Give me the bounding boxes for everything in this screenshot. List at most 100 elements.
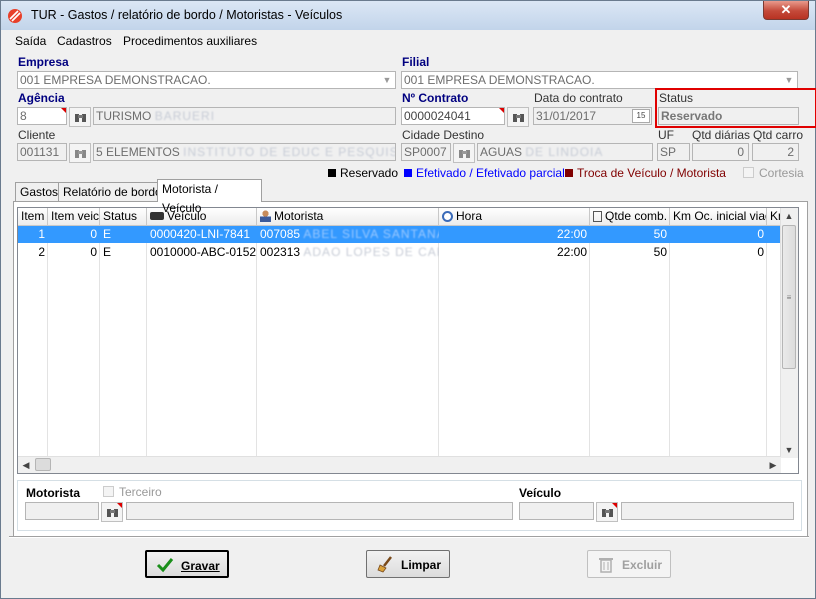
cliente-search-button[interactable] <box>69 143 91 163</box>
terceiro-checkbox[interactable] <box>103 486 114 497</box>
col-header-item-veic[interactable]: Item veic <box>48 208 100 226</box>
close-button[interactable]: ✕ <box>763 1 809 20</box>
cliente-name-hidden: INSTITUTO DE EDUC E PESQUISA AMBIEN <box>183 145 395 159</box>
col-header-hora[interactable]: Hora <box>439 208 590 226</box>
menu-procedimentos[interactable]: Procedimentos auxiliares <box>123 34 257 48</box>
col-header-motorista[interactable]: Motorista <box>257 208 439 226</box>
scroll-right-icon[interactable]: ▶ <box>765 457 781 473</box>
uf-label: UF <box>658 128 674 142</box>
cell-motorista-name: ADAO LOPES DE CARVA <box>303 245 439 259</box>
main-window: TUR - Gastos / relatório de bordo / Moto… <box>0 0 816 599</box>
cell-km: 0 <box>757 227 764 241</box>
cliente-label: Cliente <box>18 128 56 142</box>
agencia-search-button[interactable] <box>69 107 91 127</box>
divider <box>9 536 809 538</box>
cell-veiculo: 0000420-LNI-7841 <box>150 227 251 241</box>
scroll-left-icon[interactable]: ◀ <box>18 457 34 473</box>
calendar-icon[interactable]: 15 <box>632 109 650 123</box>
data-contrato-label: Data do contrato <box>534 91 623 105</box>
cliente-code-field: 001131 <box>17 143 67 161</box>
qtd-diarias-field: 0 <box>692 143 749 161</box>
cortesia-checkbox[interactable] <box>743 167 754 178</box>
agencia-code-input[interactable]: 8 <box>17 107 67 125</box>
contrato-value: 0000024041 <box>404 109 471 123</box>
horizontal-scrollbar[interactable]: ◀ ▶ <box>18 456 781 473</box>
app-logo-icon <box>8 9 22 23</box>
status-value: Reservado <box>661 109 723 123</box>
status-field: Reservado <box>658 107 799 125</box>
table-row[interactable]: 2 0 E 0010000-ABC-0152 002313 ADAO LOPES… <box>18 244 782 261</box>
scroll-up-icon[interactable]: ▲ <box>781 208 797 224</box>
hscroll-thumb[interactable] <box>35 458 51 471</box>
detail-motorista-label: Motorista <box>26 486 80 500</box>
cliente-name-value: 5 ELEMENTOS <box>96 145 180 159</box>
cell-item: 1 <box>38 227 45 241</box>
detail-veiculo-code <box>519 502 594 520</box>
cell-km: 0 <box>757 245 764 259</box>
legend-efetivado-label: Efetivado / Efetivado parcial <box>416 166 565 180</box>
filial-select[interactable]: 001 EMPRESA DEMONSTRACAO. ▼ <box>401 71 798 89</box>
cell-motorista: 007085 ABEL SILVA SANTANA <box>257 226 439 243</box>
cell-hora: 22:00 <box>556 227 587 241</box>
gravar-button[interactable]: Gravar <box>145 550 229 578</box>
agencia-label: Agência <box>18 91 65 105</box>
person-icon <box>260 210 271 222</box>
tab-motorista-veiculo[interactable]: Motorista / Veículo <box>157 179 262 215</box>
contrato-input[interactable]: 0000024041 <box>401 107 505 125</box>
contrato-search-button[interactable] <box>507 107 529 127</box>
cell-qtde: 50 <box>653 227 667 241</box>
scroll-thumb[interactable]: ≡ <box>782 225 796 369</box>
table-row[interactable]: 1 0 E 0000420-LNI-7841 007085 ABEL SILVA… <box>18 226 782 243</box>
limpar-button[interactable]: Limpar <box>366 550 450 578</box>
tab-relatorio-de-bordo[interactable]: Relatório de bordo <box>58 182 167 201</box>
col-header-status[interactable]: Status <box>100 208 147 226</box>
cell-item-veic: 0 <box>90 245 97 259</box>
required-marker <box>499 108 504 113</box>
vertical-scrollbar[interactable]: ▲ ≡ ▼ <box>780 208 798 458</box>
cell-motorista-name: ABEL SILVA SANTANA <box>303 227 439 241</box>
legend-efetivado: Efetivado / Efetivado parcial <box>404 166 565 180</box>
empresa-select[interactable]: 001 EMPRESA DEMONSTRACAO. ▼ <box>17 71 396 89</box>
detail-veiculo-label: Veículo <box>519 486 562 500</box>
binoculars-icon <box>459 150 470 158</box>
detail-veiculo-search-button[interactable] <box>596 502 618 522</box>
agencia-code-value: 8 <box>20 109 27 123</box>
agencia-name-value: TURISMO <box>96 109 152 123</box>
close-icon: ✕ <box>780 2 792 17</box>
required-marker <box>61 108 66 113</box>
binoculars-icon <box>75 114 86 122</box>
legend-swatch <box>328 169 336 177</box>
filial-value: 001 EMPRESA DEMONSTRACAO. <box>404 73 595 87</box>
detail-motorista-name <box>126 502 513 520</box>
binoculars-icon <box>513 114 524 122</box>
window-title: TUR - Gastos / relatório de bordo / Moto… <box>31 8 343 22</box>
empresa-value: 001 EMPRESA DEMONSTRACAO. <box>20 73 211 87</box>
tab-gastos[interactable]: Gastos <box>15 182 64 201</box>
cell-motorista: 002313 ADAO LOPES DE CARVA <box>257 244 439 261</box>
filial-label: Filial <box>402 55 430 69</box>
legend-swatch <box>565 169 573 177</box>
contrato-label: Nº Contrato <box>402 91 469 105</box>
binoculars-icon <box>107 509 118 517</box>
col-header-item[interactable]: Item <box>18 208 48 226</box>
menu-cadastros[interactable]: Cadastros <box>57 34 112 48</box>
detail-motorista-code <box>25 502 99 520</box>
scroll-down-icon[interactable]: ▼ <box>781 442 797 458</box>
cidade-name-field: AGUAS DE LINDOIA <box>477 143 653 161</box>
excluir-button[interactable]: Excluir <box>587 550 671 578</box>
col-header-km-inicial[interactable]: Km Oc. inicial viag. <box>670 208 767 226</box>
cidade-search-button[interactable] <box>453 143 475 163</box>
cliente-name-field: 5 ELEMENTOS INSTITUTO DE EDUC E PESQUISA… <box>93 143 396 161</box>
status-label: Status <box>659 91 694 105</box>
menu-saida[interactable]: Saída <box>15 34 46 48</box>
cidade-name-value: AGUAS <box>480 145 523 159</box>
cell-item-veic: 0 <box>90 227 97 241</box>
qtd-diarias-label: Qtd diárias <box>692 128 751 142</box>
col-header-qtde[interactable]: Qtde comb. <box>590 208 670 226</box>
detail-motorista-search-button[interactable] <box>101 502 123 522</box>
menu-bar: Saída Cadastros Procedimentos auxiliares <box>2 31 814 51</box>
data-contrato-value: 31/01/2017 <box>536 109 597 123</box>
detail-veiculo-name <box>621 502 794 520</box>
cell-item: 2 <box>38 245 45 259</box>
uf-value: SP <box>660 145 677 159</box>
